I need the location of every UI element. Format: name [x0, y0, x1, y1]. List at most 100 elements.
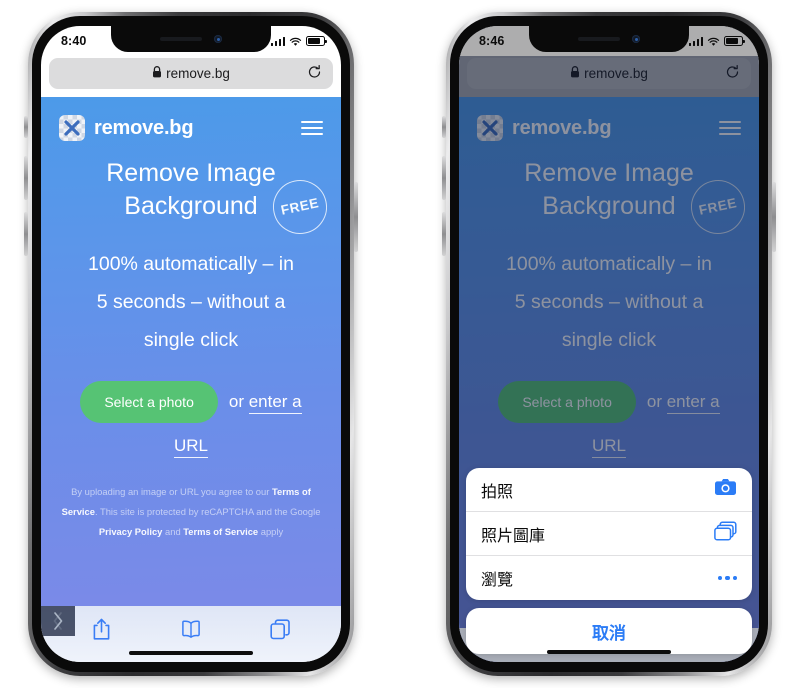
cta-row: Select a photo or enter a — [459, 381, 759, 424]
chevron-right-icon[interactable] — [41, 606, 75, 636]
fineprint-p1: By uploading an image or URL you agree t… — [71, 486, 272, 498]
url-link-line: URL — [41, 436, 341, 459]
site-brand[interactable]: remove.bg — [59, 115, 194, 141]
earpiece-speaker-icon — [578, 37, 620, 41]
screenshot-stage: 8:40 remove.bg remove.bg Remove Image Ba… — [0, 0, 800, 688]
lock-icon — [152, 66, 162, 81]
legal-fineprint: By uploading an image or URL you agree t… — [41, 482, 341, 541]
subline-line-2: 5 seconds – without a — [96, 291, 286, 314]
terms-of-service-link-2[interactable]: Terms of Service — [183, 526, 258, 537]
book-icon[interactable] — [174, 614, 208, 644]
action-sheet-options: 拍照 照片圖庫 瀏覽 — [466, 468, 752, 600]
url-link-line: URL — [459, 436, 759, 459]
reload-icon[interactable] — [307, 64, 322, 83]
fineprint-p2: . This site is protected by reCAPTCHA an… — [94, 505, 321, 517]
url-link[interactable]: URL — [173, 436, 208, 459]
action-sheet-item-browse[interactable]: 瀏覽 — [466, 556, 752, 600]
safari-url-bar[interactable]: remove.bg — [467, 58, 751, 89]
ellipsis-icon — [717, 575, 737, 581]
volume-down-button[interactable] — [442, 212, 446, 256]
mute-switch[interactable] — [442, 116, 446, 138]
privacy-policy-link[interactable]: Privacy Policy — [99, 526, 163, 537]
or-prefix: or — [228, 392, 249, 412]
phone-right: 8:46 remove.bg remove.bg Remove Image Ba… — [442, 12, 776, 676]
page-headline: Remove Image Background FREE — [41, 157, 341, 240]
status-time: 8:46 — [479, 34, 505, 48]
enter-url-link-row: or enter a — [228, 392, 302, 415]
photo-library-icon — [714, 521, 737, 546]
lock-icon — [570, 66, 580, 81]
cellular-bars-icon — [688, 36, 703, 46]
tabs-icon[interactable] — [263, 614, 297, 644]
camera-icon — [714, 478, 737, 501]
fineprint-p4: apply — [258, 525, 284, 537]
power-button[interactable] — [772, 182, 776, 252]
brand-name: remove.bg — [94, 116, 194, 139]
safari-bottom-toolbar-left — [41, 606, 341, 662]
wifi-icon — [289, 36, 302, 46]
hamburger-menu-icon[interactable] — [719, 121, 741, 135]
site-header: remove.bg — [41, 97, 341, 141]
power-button[interactable] — [354, 182, 358, 252]
home-indicator[interactable] — [547, 649, 671, 654]
enter-a-link[interactable]: enter a — [666, 392, 720, 415]
action-sheet-item-label: 拍照 — [481, 483, 514, 501]
battery-icon — [724, 36, 745, 46]
notch — [529, 26, 689, 52]
safari-url-bar[interactable]: remove.bg — [49, 58, 333, 89]
notch — [111, 26, 271, 52]
page-subline: 100% automatically – in 5 seconds – with… — [41, 245, 341, 359]
removebg-x-logo-icon — [477, 115, 503, 141]
site-header: remove.bg — [459, 97, 759, 141]
volume-up-button[interactable] — [24, 156, 28, 200]
front-camera-icon — [632, 35, 640, 43]
status-indicators — [270, 36, 327, 46]
webpage-content-left: remove.bg Remove Image Background FREE 1… — [41, 97, 341, 606]
volume-down-button[interactable] — [24, 212, 28, 256]
select-a-photo-button[interactable]: Select a photo — [80, 381, 218, 424]
cta-row: Select a photo or enter a — [41, 381, 341, 424]
action-sheet-item-photo-library[interactable]: 照片圖庫 — [466, 512, 752, 556]
mute-switch[interactable] — [24, 116, 28, 138]
enter-a-link[interactable]: enter a — [248, 392, 302, 415]
home-indicator[interactable] — [129, 650, 253, 655]
action-sheet-item-take-photo[interactable]: 拍照 — [466, 468, 752, 512]
url-text: remove.bg — [584, 66, 648, 81]
action-sheet-item-label: 瀏覽 — [481, 572, 514, 589]
phone-bezel: 8:46 remove.bg remove.bg Remove Image Ba… — [450, 16, 768, 672]
hamburger-menu-icon[interactable] — [301, 121, 323, 135]
url-link[interactable]: URL — [591, 436, 626, 459]
or-prefix: or — [646, 392, 667, 412]
battery-icon — [306, 36, 327, 46]
cellular-bars-icon — [270, 36, 285, 46]
subline-line-2: 5 seconds – without a — [514, 291, 704, 314]
page-headline: Remove Image Background FREE — [459, 157, 759, 240]
action-sheet: 拍照 照片圖庫 瀏覽 取消 — [459, 468, 759, 662]
subline-line-3: single click — [143, 329, 239, 352]
subline-line-3: single click — [561, 329, 657, 352]
action-sheet-cancel-button[interactable]: 取消 — [466, 608, 752, 654]
wifi-icon — [707, 36, 720, 46]
status-indicators — [688, 36, 745, 46]
chevron-left-icon[interactable] — [41, 606, 75, 636]
subline-line-1: 100% automatically – in — [88, 253, 294, 275]
share-icon[interactable] — [85, 614, 119, 644]
url-text: remove.bg — [166, 66, 230, 81]
subline-line-1: 100% automatically – in — [506, 253, 712, 275]
fineprint-p3: and — [162, 525, 184, 537]
phone-screen-right: 8:46 remove.bg remove.bg Remove Image Ba… — [459, 26, 759, 662]
removebg-x-logo-icon — [59, 115, 85, 141]
enter-url-link-row: or enter a — [646, 392, 720, 415]
site-brand[interactable]: remove.bg — [477, 115, 612, 141]
safari-url-bar-wrap-left: remove.bg — [41, 56, 341, 97]
status-time: 8:40 — [61, 34, 87, 48]
safari-url-bar-wrap-right: remove.bg — [459, 56, 759, 97]
earpiece-speaker-icon — [160, 37, 202, 41]
front-camera-icon — [214, 35, 222, 43]
page-subline: 100% automatically – in 5 seconds – with… — [459, 245, 759, 359]
select-a-photo-button[interactable]: Select a photo — [498, 381, 636, 424]
phone-bezel: 8:40 remove.bg remove.bg Remove Image Ba… — [32, 16, 350, 672]
brand-name: remove.bg — [512, 116, 612, 139]
reload-icon[interactable] — [725, 64, 740, 83]
volume-up-button[interactable] — [442, 156, 446, 200]
